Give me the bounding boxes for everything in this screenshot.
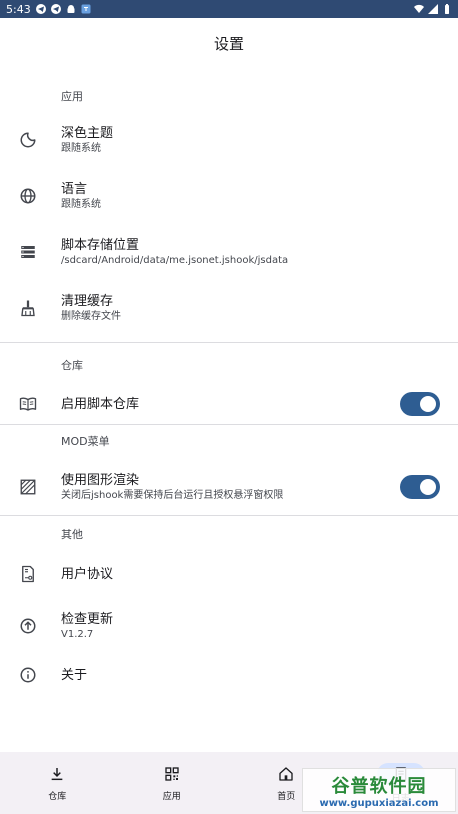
wifi-icon [414, 4, 424, 14]
setting-dark-theme[interactable]: 深色主题 跟随系统 [0, 112, 458, 168]
setting-title: 使用图形渲染 [61, 472, 140, 488]
section-header-other: 其他 [61, 528, 83, 541]
telegram-icon [35, 4, 46, 14]
enable-repo-switch[interactable] [400, 392, 440, 416]
bottom-navigation: 仓库 应用 首页 日志 [0, 752, 458, 814]
download-icon [48, 765, 66, 783]
settings-list: 应用 深色主题 跟随系统 语言 跟随系统 脚本存储位置 /sdcard/Andr… [0, 68, 458, 696]
setting-subtitle: V1.2.7 [61, 628, 94, 640]
setting-subtitle: 跟随系统 [61, 142, 101, 154]
globe-icon [17, 185, 39, 207]
setting-title: 脚本存储位置 [61, 237, 140, 253]
grid-icon [163, 765, 181, 783]
setting-language[interactable]: 语言 跟随系统 [0, 168, 458, 224]
telegram-icon-2 [50, 4, 61, 14]
setting-about[interactable]: 关于 [0, 654, 458, 696]
setting-subtitle: 关闭后jshook需要保持后台运行且授权悬浮窗权限 [61, 489, 284, 501]
broom-icon [17, 297, 39, 319]
setting-user-agreement[interactable]: 用户协议 [0, 550, 458, 598]
nav-item-log[interactable]: 日志 [344, 752, 458, 814]
info-icon [17, 664, 39, 686]
setting-title: 清理缓存 [61, 293, 114, 309]
nav-label: 首页 [277, 791, 296, 802]
setting-check-update[interactable]: 检查更新 V1.2.7 [0, 598, 458, 654]
moon-icon [17, 129, 39, 151]
document-icon [17, 563, 39, 585]
nav-item-apps[interactable]: 应用 [115, 752, 230, 814]
switch-knob [420, 396, 436, 412]
nav-label: 仓库 [48, 791, 67, 802]
setting-subtitle: 删除缓存文件 [61, 310, 121, 322]
section-header-mod-menu: MOD菜单 [61, 435, 110, 448]
battery-icon [445, 4, 449, 14]
nav-active-indicator [376, 762, 425, 785]
translate-icon [81, 4, 91, 14]
home-icon [277, 765, 295, 783]
nav-label: 日志 [391, 793, 410, 804]
book-icon [17, 393, 39, 415]
setting-title: 深色主题 [61, 125, 114, 141]
status-time: 5:43 [6, 2, 31, 16]
setting-graphics-render[interactable]: 使用图形渲染 关闭后jshook需要保持后台运行且授权悬浮窗权限 [0, 457, 458, 517]
section-header-repo: 仓库 [61, 359, 83, 372]
switch-knob [420, 479, 436, 495]
status-bar: 5:43 [0, 0, 458, 18]
setting-title: 检查更新 [61, 611, 114, 627]
nav-item-home[interactable]: 首页 [229, 752, 344, 814]
android-icon [67, 5, 75, 13]
signal-icon [428, 4, 438, 14]
arrow-up-circle-icon [17, 615, 39, 637]
log-icon [395, 766, 407, 781]
setting-script-storage[interactable]: 脚本存储位置 /sdcard/Android/data/me.jsonet.js… [0, 224, 458, 280]
setting-title: 用户协议 [61, 566, 114, 582]
graphics-render-switch[interactable] [400, 475, 440, 499]
setting-title: 启用脚本仓库 [61, 396, 140, 412]
section-header-app: 应用 [61, 90, 83, 103]
setting-enable-repo[interactable]: 启用脚本仓库 [0, 381, 458, 427]
setting-title: 关于 [61, 667, 88, 683]
setting-clear-cache[interactable]: 清理缓存 删除缓存文件 [0, 280, 458, 336]
storage-icon [17, 241, 39, 263]
setting-subtitle: /sdcard/Android/data/me.jsonet.jshook/js… [61, 254, 289, 266]
setting-title: 语言 [61, 181, 88, 197]
nav-label: 应用 [162, 791, 181, 802]
setting-subtitle: 跟随系统 [61, 198, 101, 210]
texture-icon [17, 476, 39, 498]
nav-item-repo[interactable]: 仓库 [0, 752, 115, 814]
page-title: 设置 [213, 34, 244, 53]
